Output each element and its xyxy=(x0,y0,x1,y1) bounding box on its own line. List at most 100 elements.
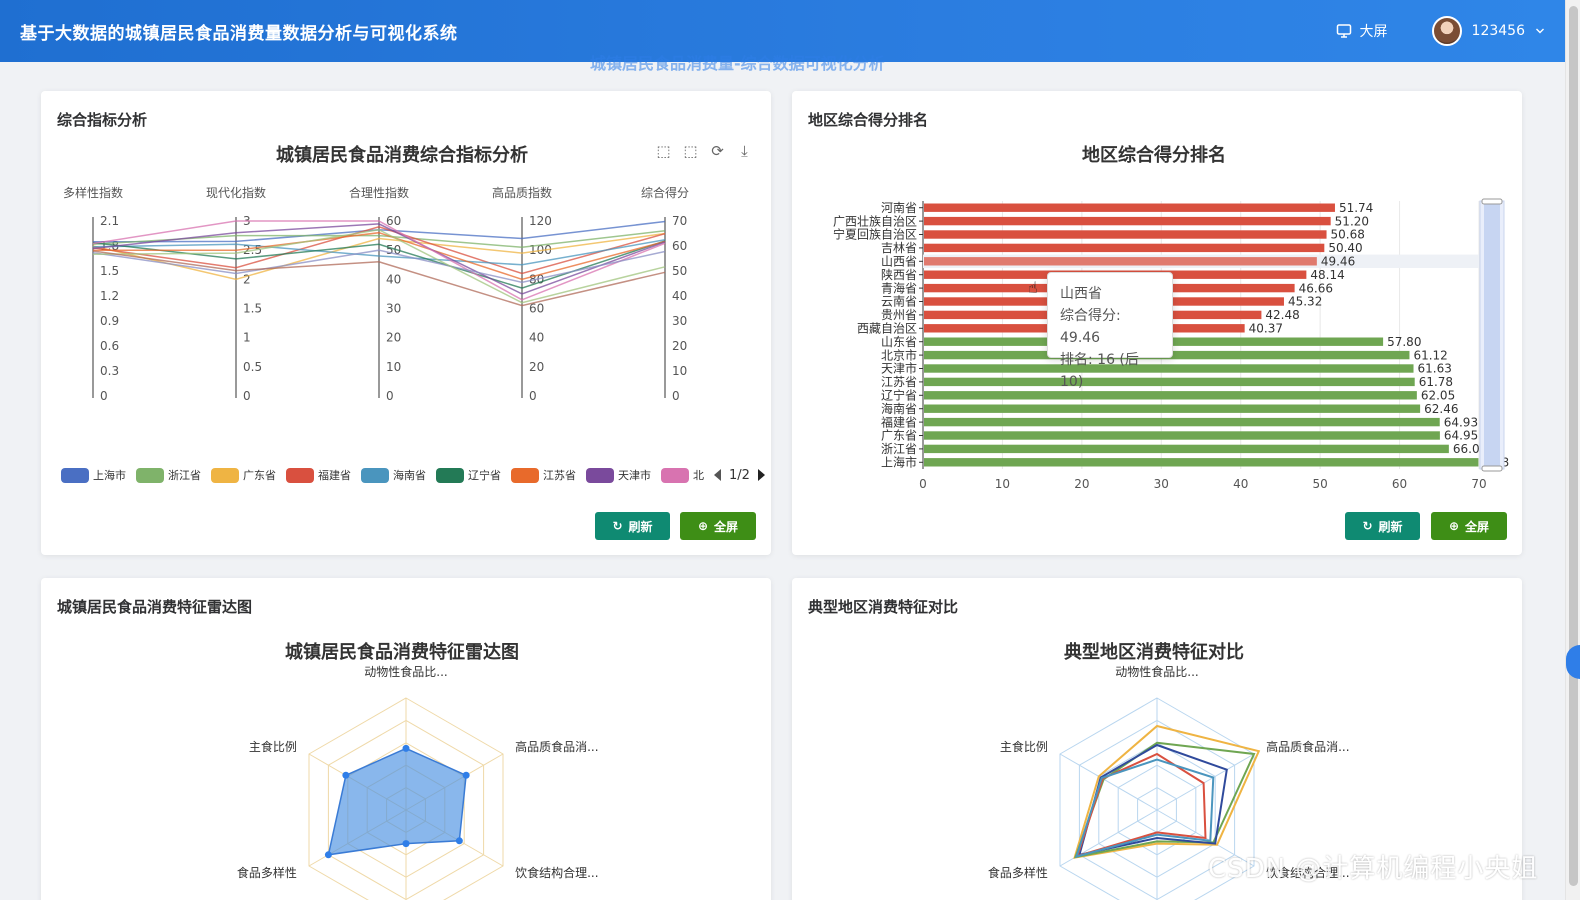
category-label: 青海省 xyxy=(881,280,917,295)
axis-tick-label: 50 xyxy=(672,264,687,278)
bar[interactable] xyxy=(924,431,1440,440)
legend-item[interactable]: 福建省 xyxy=(286,467,351,483)
panel-comprehensive-index: 综合指标分析 城镇居民食品消费综合指标分析 ⬚ ⬚ ⟳ ⤓ 多样性指数 0 0.3 0… xyxy=(41,91,771,555)
legend-item[interactable]: 浙江省 xyxy=(136,467,201,483)
axis-tick-label: 1 xyxy=(243,331,251,345)
panel-header: 城镇居民食品消费特征雷达图 xyxy=(57,598,253,616)
legend-swatch xyxy=(211,467,239,483)
axis-name: 现代化指数 xyxy=(206,185,266,200)
datazoom-handle-top[interactable] xyxy=(1481,198,1503,205)
chart-toolbox: ⬚ ⬚ ⟳ ⤓ xyxy=(655,143,753,160)
bigscreen-button[interactable]: 大屏 xyxy=(1336,21,1388,41)
radar-point[interactable] xyxy=(402,840,410,848)
bar[interactable] xyxy=(924,458,1479,467)
datazoom-selection[interactable] xyxy=(1484,201,1500,469)
tooltip-region: 山西省 xyxy=(1060,286,1102,302)
x-tick-label: 70 xyxy=(1471,477,1486,491)
zoom-in-icon: ⊕ xyxy=(1448,519,1460,533)
axis-tick-label: 40 xyxy=(386,272,401,286)
radar-indicator-label: 高品质食品消... xyxy=(515,739,598,754)
refresh-label: 刷新 xyxy=(628,519,653,534)
radar-chart: 动物性食品比... 高品质食品消... 饮食结构合理... 食品多样性 主食比例 xyxy=(237,664,599,900)
bar[interactable] xyxy=(924,417,1440,427)
fullscreen-button[interactable]: ⊕ 全屏 xyxy=(680,512,756,540)
legend-next-icon[interactable] xyxy=(757,469,765,481)
legend-item[interactable]: 广东省 xyxy=(211,467,276,483)
bar[interactable] xyxy=(924,203,1335,212)
chart-legend: 上海市 浙江省 广东省 福建省 海南省 辽宁省 江苏省 天津市 北 1/2 xyxy=(61,467,765,483)
radar-point[interactable] xyxy=(342,771,350,779)
category-label: 天津市 xyxy=(881,361,917,376)
bar[interactable] xyxy=(924,391,1417,400)
legend-label: 广东省 xyxy=(243,469,276,482)
radar-point[interactable] xyxy=(324,851,332,859)
fullscreen-button[interactable]: ⊕ 全屏 xyxy=(1431,512,1507,540)
radar-point[interactable] xyxy=(462,771,470,779)
legend-swatch xyxy=(136,467,164,483)
radar-point[interactable] xyxy=(402,744,410,752)
radar-series-area[interactable] xyxy=(327,747,467,856)
legend-page: 1/2 xyxy=(729,467,750,483)
legend-item[interactable]: 江苏省 xyxy=(511,467,576,483)
page-scrollbar[interactable] xyxy=(1565,0,1580,900)
bar[interactable] xyxy=(924,257,1317,266)
bar-value-label: 57.80 xyxy=(1387,335,1421,349)
axis-tick-label: 120 xyxy=(529,214,552,228)
app-title: 基于大数据的城镇居民食品消费量数据分析与可视化系统 xyxy=(20,23,458,44)
scrollbar-thumb[interactable] xyxy=(1569,6,1578,886)
bar[interactable] xyxy=(924,216,1331,226)
legend-item[interactable]: 上海市 xyxy=(61,467,126,483)
fullscreen-label: 全屏 xyxy=(1465,519,1490,534)
axis-tick-label: 0 xyxy=(100,389,108,403)
panel-feature-radar: 城镇居民食品消费特征雷达图 城镇居民食品消费特征雷达图 动物性食品比... 高品质… xyxy=(41,578,771,900)
legend-swatch xyxy=(361,467,389,483)
axis-tick-label: 10 xyxy=(386,360,401,374)
axis-tick-label: 0 xyxy=(529,389,537,403)
radar-indicator-label: 主食比例 xyxy=(249,739,297,754)
legend-item[interactable]: 海南省 xyxy=(361,467,426,483)
bar-value-label: 61.63 xyxy=(1418,362,1452,376)
user-menu[interactable]: 123456 xyxy=(1431,16,1545,46)
bar[interactable] xyxy=(924,243,1325,253)
radar-series-area[interactable] xyxy=(1073,724,1261,859)
refresh-icon: ↻ xyxy=(612,519,623,533)
bar[interactable] xyxy=(924,230,1327,239)
category-label: 海南省 xyxy=(881,401,917,416)
brush-select-icon[interactable]: ⬚ xyxy=(655,143,672,160)
axis-tick-label: 1.5 xyxy=(243,302,262,316)
bar[interactable] xyxy=(924,444,1449,454)
category-label: 吉林省 xyxy=(881,241,917,255)
tooltip-score: 综合得分: 49.46 xyxy=(1060,308,1121,346)
avatar xyxy=(1431,16,1462,46)
bar-value-label: 46.66 xyxy=(1299,281,1333,295)
x-tick-label: 10 xyxy=(995,477,1010,491)
bar[interactable] xyxy=(924,404,1421,413)
refresh-button[interactable]: ↻ 刷新 xyxy=(595,512,670,540)
zoom-reset-icon[interactable]: ⬚ xyxy=(682,143,699,160)
bar[interactable] xyxy=(924,364,1414,373)
bar[interactable] xyxy=(924,377,1415,387)
axis-tick-label: 0 xyxy=(672,389,680,403)
legend-label: 浙江省 xyxy=(168,469,201,482)
bar-value-label: 64.93 xyxy=(1444,415,1478,429)
bar-value-label: 64.95 xyxy=(1444,429,1478,443)
radar-spoke xyxy=(1059,753,1158,811)
category-label: 北京市 xyxy=(881,347,917,362)
bar-value-label: 45.32 xyxy=(1288,295,1322,309)
download-icon[interactable]: ⤓ xyxy=(736,143,753,160)
bar-value-label: 51.74 xyxy=(1339,201,1373,215)
datazoom-handle-bottom[interactable] xyxy=(1481,465,1503,472)
bar-value-label: 61.78 xyxy=(1419,375,1453,389)
restore-icon[interactable]: ⟳ xyxy=(709,143,726,160)
legend-item[interactable]: 北 xyxy=(661,467,704,483)
axis-tick-label: 70 xyxy=(672,214,687,228)
legend-item[interactable]: 天津市 xyxy=(586,467,651,483)
legend-item[interactable]: 辽宁省 xyxy=(436,467,501,483)
legend-label: 海南省 xyxy=(393,469,426,482)
tooltip-rank: 排名: 16 (后10) xyxy=(1060,352,1139,390)
legend-swatch xyxy=(61,467,89,483)
legend-prev-icon[interactable] xyxy=(714,469,721,481)
page-subtitle: 城镇居民食品消费量-综合数据可视化分析 xyxy=(590,54,885,73)
refresh-button[interactable]: ↻ 刷新 xyxy=(1345,512,1420,540)
radar-point[interactable] xyxy=(455,837,463,845)
